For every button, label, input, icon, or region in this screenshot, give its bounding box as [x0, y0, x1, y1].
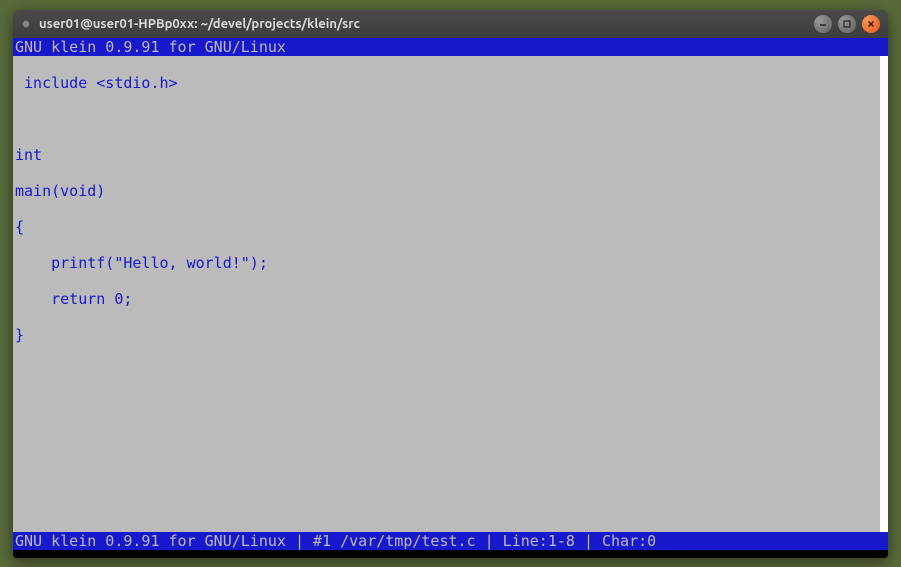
code-line [15, 110, 886, 128]
editor-header: GNU klein 0.9.91 for GNU/Linux [13, 38, 888, 56]
code-line: { [15, 218, 886, 236]
command-line[interactable] [13, 550, 888, 558]
code-line: main(void) [15, 182, 886, 200]
titlebar[interactable]: user01@user01-HPBp0xx: ~/devel/projects/… [13, 10, 888, 38]
editor-footer: GNU klein 0.9.91 for GNU/Linux | #1 /var… [13, 532, 888, 550]
scrollbar[interactable] [880, 56, 888, 532]
terminal-area[interactable]: GNU klein 0.9.91 for GNU/Linux include <… [13, 38, 888, 558]
code-line: include <stdio.h> [15, 74, 886, 92]
close-button[interactable] [862, 15, 880, 33]
code-line: return 0; [15, 290, 886, 308]
terminal-window: user01@user01-HPBp0xx: ~/devel/projects/… [13, 10, 888, 558]
window-controls [814, 15, 880, 33]
app-icon [21, 19, 31, 29]
code-line: } [15, 326, 886, 344]
maximize-button[interactable] [838, 15, 856, 33]
minimize-button[interactable] [814, 15, 832, 33]
editor-body[interactable]: include <stdio.h> int main(void) { print… [13, 56, 888, 532]
window-title: user01@user01-HPBp0xx: ~/devel/projects/… [39, 17, 814, 31]
code-line: int [15, 146, 886, 164]
code-line: printf("Hello, world!"); [15, 254, 886, 272]
